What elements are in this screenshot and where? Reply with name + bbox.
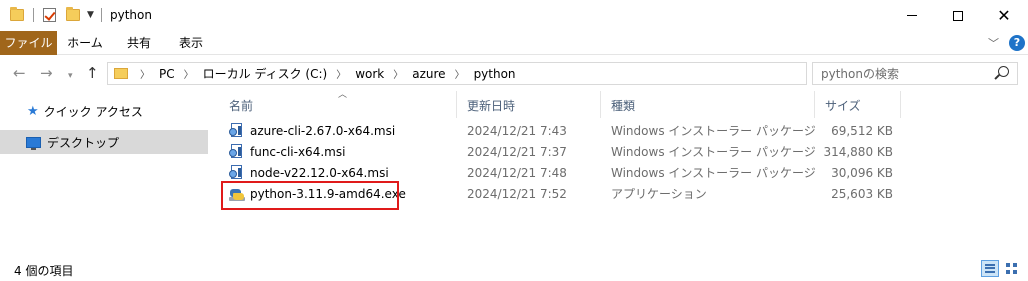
navpane-item-desktop[interactable]: デスクトップ bbox=[0, 130, 208, 154]
status-bar: 4 個の項目 bbox=[0, 257, 1028, 281]
column-header-size[interactable]: サイズ bbox=[825, 96, 861, 116]
ribbon-controls: ﹀ ? bbox=[988, 35, 1025, 51]
search-icon[interactable] bbox=[998, 66, 1009, 77]
back-button[interactable]: ← bbox=[13, 64, 26, 82]
breadcrumb-python[interactable]: python bbox=[474, 67, 516, 81]
maximize-icon bbox=[953, 10, 963, 21]
forward-button[interactable]: → bbox=[40, 64, 53, 82]
large-icons-view-button[interactable] bbox=[1003, 260, 1021, 277]
new-folder-icon[interactable] bbox=[66, 7, 80, 21]
file-type: アプリケーション bbox=[611, 187, 707, 201]
close-icon: ✕ bbox=[997, 5, 1011, 25]
minimize-button[interactable] bbox=[889, 0, 935, 31]
column-divider[interactable] bbox=[600, 91, 601, 118]
window-title: python bbox=[110, 8, 152, 22]
up-button[interactable]: ↑ bbox=[86, 64, 99, 82]
expand-ribbon-icon[interactable]: ﹀ bbox=[988, 35, 999, 51]
msi-installer-icon bbox=[229, 165, 244, 182]
divider bbox=[33, 8, 34, 22]
navpane-item-label: デスクトップ bbox=[47, 135, 120, 150]
msi-installer-icon bbox=[229, 144, 244, 161]
large-icons-view-icon bbox=[1006, 263, 1017, 274]
column-header-date[interactable]: 更新日時 bbox=[467, 96, 515, 116]
file-size: 30,096 KB bbox=[831, 166, 893, 180]
file-size: 314,880 KB bbox=[823, 145, 893, 159]
desktop-icon bbox=[26, 136, 41, 150]
navpane-item-label: クイック アクセス bbox=[43, 104, 143, 119]
maximize-button[interactable] bbox=[935, 0, 981, 31]
breadcrumb-azure[interactable]: azure bbox=[412, 67, 445, 81]
file-type: Windows インストーラー パッケージ bbox=[611, 124, 816, 138]
column-header-name[interactable]: 名前 bbox=[229, 96, 253, 116]
file-row[interactable]: azure-cli-2.67.0-x64.msi 2024/12/21 7:43… bbox=[213, 121, 913, 142]
breadcrumb-separator-icon[interactable]: 〉 bbox=[455, 66, 465, 81]
divider bbox=[100, 8, 102, 22]
ribbon-tabs: ファイル ホーム 共有 表示 ﹀ ? bbox=[0, 31, 1028, 55]
help-icon[interactable]: ? bbox=[1009, 35, 1025, 51]
breadcrumb-pc[interactable]: PC bbox=[159, 67, 175, 81]
tab-home[interactable]: ホーム bbox=[60, 31, 110, 55]
folder-icon bbox=[10, 7, 24, 21]
search-box[interactable] bbox=[812, 62, 1018, 85]
breadcrumb-separator-icon[interactable]: 〉 bbox=[184, 66, 194, 81]
navigation-bar: ← → ▾ ↑ 〉 PC 〉 ローカル ディスク (C:) 〉 work 〉 a… bbox=[0, 56, 1028, 91]
file-name: func-cli-x64.msi bbox=[250, 145, 346, 159]
file-name: azure-cli-2.67.0-x64.msi bbox=[250, 124, 396, 138]
properties-check-icon[interactable] bbox=[43, 8, 56, 22]
address-bar[interactable]: 〉 PC 〉 ローカル ディスク (C:) 〉 work 〉 azure 〉 p… bbox=[107, 62, 903, 85]
breadcrumb-work[interactable]: work bbox=[355, 67, 384, 81]
msi-installer-icon bbox=[229, 123, 244, 140]
customize-dropdown-icon[interactable]: ▼ bbox=[87, 10, 94, 20]
file-type: Windows インストーラー パッケージ bbox=[611, 166, 816, 180]
file-date: 2024/12/21 7:43 bbox=[467, 124, 567, 138]
close-button[interactable]: ✕ bbox=[981, 0, 1027, 31]
file-date: 2024/12/21 7:37 bbox=[467, 145, 567, 159]
file-date: 2024/12/21 7:48 bbox=[467, 166, 567, 180]
breadcrumb-local-disk[interactable]: ローカル ディスク (C:) bbox=[203, 65, 328, 82]
navpane-item-quick-access[interactable]: ★ クイック アクセス bbox=[0, 99, 208, 123]
breadcrumb-separator-icon[interactable]: 〉 bbox=[393, 66, 403, 81]
file-type: Windows インストーラー パッケージ bbox=[611, 145, 816, 159]
column-divider[interactable] bbox=[456, 91, 457, 118]
item-count: 4 個の項目 bbox=[14, 264, 74, 278]
file-date: 2024/12/21 7:52 bbox=[467, 187, 567, 201]
search-input[interactable] bbox=[813, 63, 983, 84]
tab-view[interactable]: 表示 bbox=[166, 31, 216, 55]
column-divider[interactable] bbox=[900, 91, 901, 118]
details-view-icon bbox=[985, 264, 995, 273]
title-bar: ▼ python ✕ bbox=[0, 0, 1028, 31]
star-icon: ★ bbox=[27, 103, 39, 119]
column-divider[interactable] bbox=[814, 91, 815, 118]
file-size: 25,603 KB bbox=[831, 187, 893, 201]
tab-share[interactable]: 共有 bbox=[114, 31, 164, 55]
recent-locations-dropdown[interactable]: ▾ bbox=[68, 67, 73, 85]
sort-ascending-icon: ︿ bbox=[338, 90, 348, 100]
file-size: 69,512 KB bbox=[831, 124, 893, 138]
details-view-button[interactable] bbox=[981, 260, 999, 277]
quick-access-toolbar: ▼ bbox=[10, 7, 102, 22]
breadcrumb-separator-icon[interactable]: 〉 bbox=[140, 66, 150, 81]
minimize-icon bbox=[907, 15, 917, 16]
file-list: ︿ 名前 更新日時 種類 サイズ azure-cli-2.67.0-x64.ms… bbox=[213, 90, 1028, 251]
navigation-pane: ★ クイック アクセス デスクトップ bbox=[0, 91, 210, 251]
column-header-type[interactable]: 種類 bbox=[611, 96, 635, 116]
folder-icon bbox=[114, 68, 128, 79]
file-row[interactable]: func-cli-x64.msi 2024/12/21 7:37 Windows… bbox=[213, 142, 913, 163]
highlight-annotation-box bbox=[221, 181, 399, 210]
tab-file[interactable]: ファイル bbox=[0, 31, 57, 55]
breadcrumb-separator-icon[interactable]: 〉 bbox=[336, 66, 346, 81]
